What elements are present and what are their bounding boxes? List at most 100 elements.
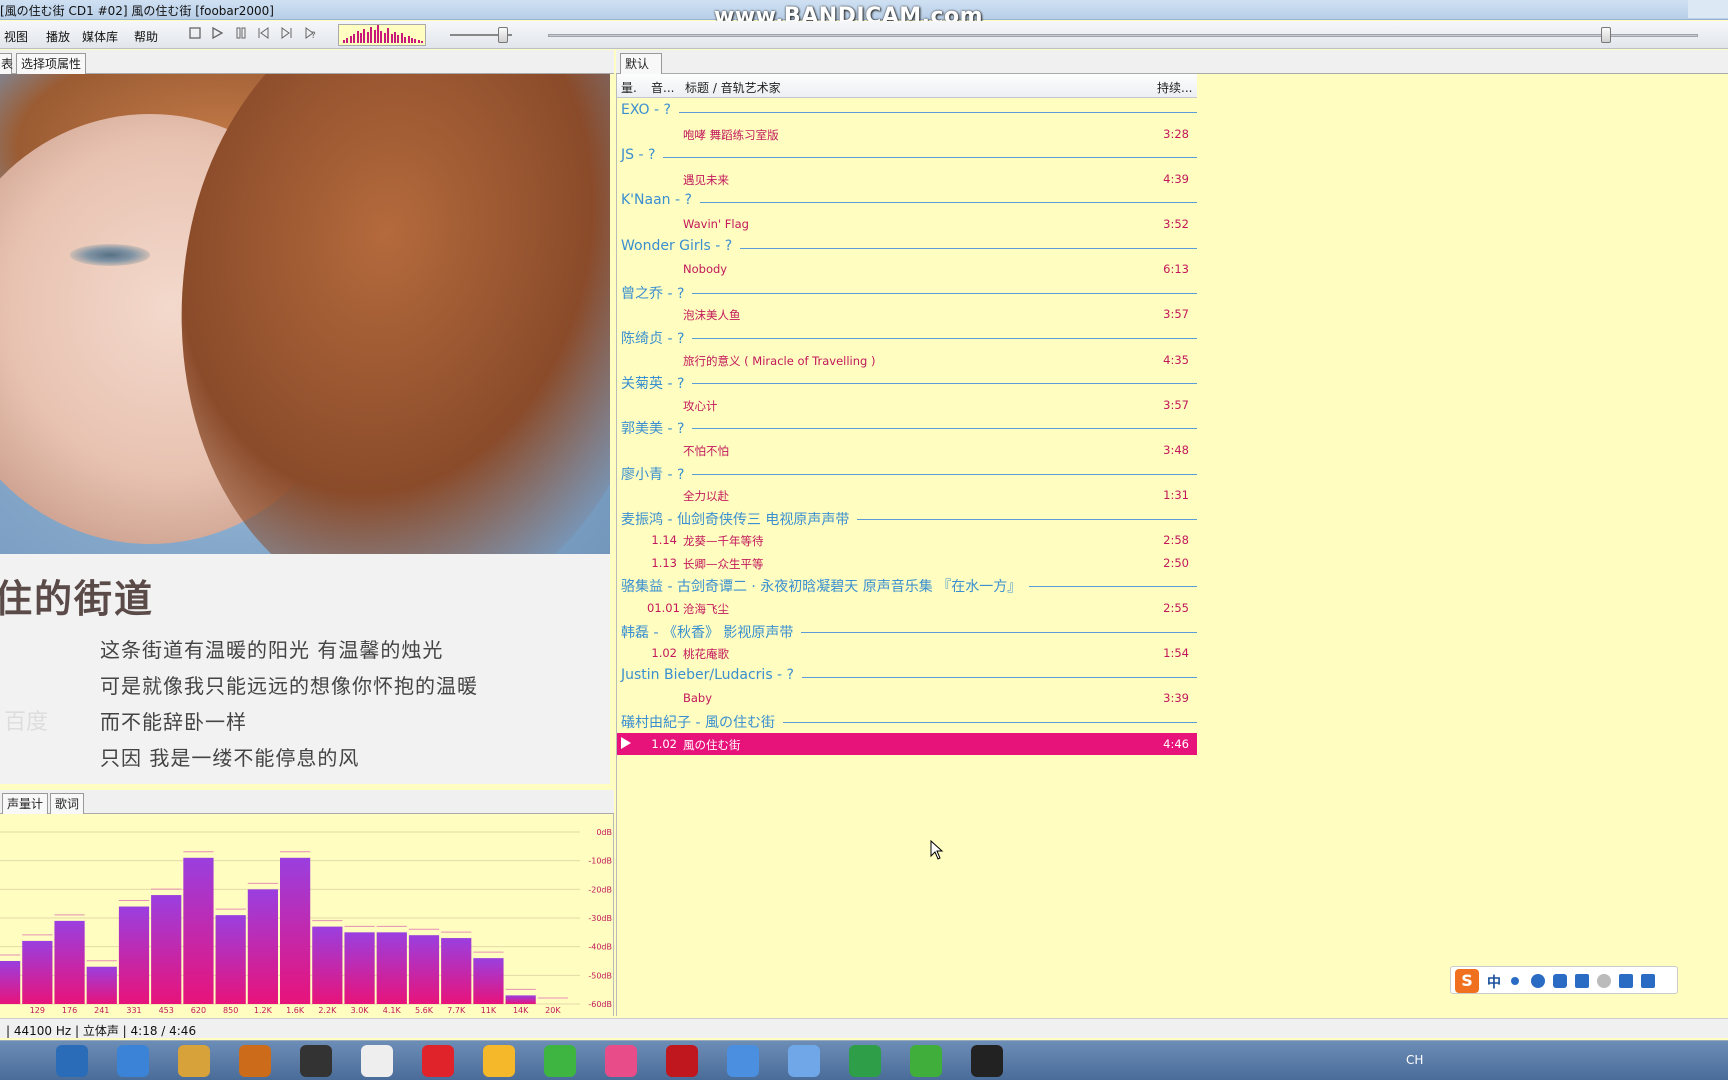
playlist-body: EXO - ? 咆哮 舞蹈练习室版 3:28 JS - ? 遇见未来 4:39 K'Naan… bbox=[617, 100, 1197, 756]
tab-volume-meter[interactable]: 声量计 bbox=[2, 793, 49, 814]
playlist-group-header[interactable]: K'Naan - ? bbox=[617, 190, 1197, 213]
skin-icon[interactable] bbox=[1619, 974, 1633, 988]
tab-default-playlist[interactable]: 默认 bbox=[620, 53, 662, 74]
group-divider bbox=[621, 473, 1197, 475]
menu-help[interactable]: 帮助 bbox=[134, 28, 158, 45]
mini-spectrum-bar bbox=[363, 29, 366, 43]
321-player-icon[interactable] bbox=[239, 1045, 271, 1077]
youku-icon[interactable] bbox=[605, 1045, 637, 1077]
track-row[interactable]: 01.01 沧海飞尘 2:55 bbox=[617, 597, 1197, 620]
spectrum-visualizer: 0dB -10dB -20dB -30dB -40dB -50dB -60dB 129 176 2… bbox=[0, 814, 614, 1016]
playlist-group-header[interactable]: EXO - ? bbox=[617, 100, 1197, 123]
track-title: 龙葵—千年等待 bbox=[683, 534, 764, 549]
toolbox-icon[interactable] bbox=[1641, 974, 1655, 988]
column-header-duration[interactable]: 持续... bbox=[1157, 79, 1192, 96]
volume-slider[interactable] bbox=[497, 27, 508, 43]
foobar-icon[interactable] bbox=[361, 1045, 393, 1077]
mini-spectrum-bar bbox=[343, 40, 345, 43]
seek-slider[interactable] bbox=[1601, 27, 1611, 43]
seek-bar[interactable] bbox=[548, 34, 1698, 37]
track-row[interactable]: 遇见未来 4:39 bbox=[617, 168, 1197, 191]
track-duration: 6:13 bbox=[1163, 262, 1189, 277]
headphones-icon[interactable] bbox=[300, 1045, 332, 1077]
group-label: Wonder Girls - ? bbox=[621, 237, 741, 254]
playlist-group-header[interactable]: 礒村由紀子 - 風の住む街 bbox=[617, 710, 1197, 733]
microphone-icon[interactable] bbox=[1553, 974, 1567, 988]
pause-icon[interactable] bbox=[232, 26, 250, 44]
tab-lyrics[interactable]: 歌词 bbox=[50, 793, 85, 814]
search-icon[interactable] bbox=[117, 1045, 149, 1077]
y-tick-label: -50dB bbox=[588, 971, 612, 980]
chrome-icon[interactable] bbox=[727, 1045, 759, 1077]
track-row[interactable]: 1.14 龙葵—千年等待 2:58 bbox=[617, 529, 1197, 552]
playlist-group-header[interactable]: 骆集益 - 古剑奇谭二 · 永夜初晗凝碧天 原声音乐集 『在水一方』 bbox=[617, 574, 1197, 597]
ime-toolbar[interactable]: S 中 bbox=[1450, 966, 1678, 994]
360-browser-icon[interactable] bbox=[910, 1045, 942, 1077]
playlist-group-header[interactable]: 陈绮贞 - ? bbox=[617, 326, 1197, 349]
user-icon[interactable] bbox=[1597, 974, 1611, 988]
keyboard-icon[interactable] bbox=[1575, 974, 1589, 988]
playing-track-row[interactable]: 1.02 風の住む街 4:46 bbox=[617, 732, 1197, 756]
column-header-index[interactable]: 量. bbox=[621, 79, 637, 96]
tab-list[interactable]: 表 bbox=[0, 53, 13, 74]
punctuation-icon[interactable] bbox=[1511, 977, 1519, 985]
mini-spectrum-bar bbox=[366, 32, 369, 43]
track-row[interactable]: Baby 3:39 bbox=[617, 687, 1197, 710]
track-duration: 4:39 bbox=[1163, 171, 1189, 186]
playlist-group-header[interactable]: 关菊英 - ? bbox=[617, 371, 1197, 394]
playlist-group-header[interactable]: 郭美美 - ? bbox=[617, 416, 1197, 439]
folder-icon[interactable] bbox=[178, 1045, 210, 1077]
track-row[interactable]: 咆哮 舞蹈练习室版 3:28 bbox=[617, 123, 1197, 146]
menu-view[interactable]: 视图 bbox=[4, 28, 28, 45]
track-row[interactable]: Wavin' Flag 3:52 bbox=[617, 213, 1197, 236]
y-tick-label: -20dB bbox=[588, 885, 612, 894]
track-row[interactable]: 攻心计 3:57 bbox=[617, 394, 1197, 417]
sogou-logo-icon[interactable]: S bbox=[1455, 969, 1479, 993]
group-label: JS - ? bbox=[621, 147, 664, 164]
tab-selection-properties[interactable]: 选择项属性 bbox=[16, 53, 87, 74]
media-player-icon[interactable] bbox=[849, 1045, 881, 1077]
track-row[interactable]: 1.13 长卿—众生平等 2:50 bbox=[617, 552, 1197, 575]
track-row[interactable]: 旅行的意义 ( Miracle of Travelling ) 4:35 bbox=[617, 349, 1197, 372]
play-icon[interactable] bbox=[208, 26, 226, 44]
playlist-group-header[interactable]: 韩磊 - 《秋香》 影视原声带 bbox=[617, 620, 1197, 643]
netease-music-icon[interactable] bbox=[422, 1045, 454, 1077]
column-header-title[interactable]: 标题 / 音轨艺术家 bbox=[685, 79, 781, 96]
playlist-group-header[interactable]: 廖小青 - ? bbox=[617, 462, 1197, 485]
track-row[interactable]: 不怕不怕 3:48 bbox=[617, 439, 1197, 462]
ime-mode[interactable]: 中 bbox=[1487, 972, 1501, 992]
flash-icon[interactable] bbox=[666, 1045, 698, 1077]
stop-icon[interactable] bbox=[186, 26, 204, 44]
track-title: 遇见未来 bbox=[683, 172, 729, 187]
next-icon[interactable] bbox=[278, 26, 296, 44]
previous-icon[interactable] bbox=[254, 26, 272, 44]
bird-icon[interactable] bbox=[788, 1045, 820, 1077]
group-label: 韩磊 - 《秋香》 影视原声带 bbox=[621, 621, 802, 642]
playlist-group-header[interactable]: Justin Bieber/Ludacris - ? bbox=[617, 665, 1197, 688]
track-duration: 4:35 bbox=[1163, 352, 1189, 367]
track-row[interactable]: 泡沫美人鱼 3:57 bbox=[617, 303, 1197, 326]
playlist-group-header[interactable]: JS - ? bbox=[617, 145, 1197, 168]
file-explorer-icon[interactable] bbox=[56, 1045, 88, 1077]
emoji-icon[interactable] bbox=[1531, 974, 1545, 988]
track-title: 全力以赴 bbox=[683, 489, 729, 504]
spectrum-bar bbox=[54, 920, 85, 1004]
track-row[interactable]: 1.02 桃花庵歌 1:54 bbox=[617, 642, 1197, 665]
player-icon[interactable] bbox=[483, 1045, 515, 1077]
column-header-track[interactable]: 音... bbox=[651, 79, 674, 96]
track-row[interactable]: 全力以赴 1:31 bbox=[617, 484, 1197, 507]
group-label: Justin Bieber/Ludacris - ? bbox=[621, 666, 802, 683]
track-row[interactable]: Nobody 6:13 bbox=[617, 258, 1197, 281]
random-icon[interactable]: ? bbox=[302, 26, 320, 44]
record-icon[interactable] bbox=[971, 1045, 1003, 1077]
playlist-group-header[interactable]: 曾之乔 - ? bbox=[617, 281, 1197, 304]
menu-playback[interactable]: 播放 bbox=[46, 28, 70, 45]
language-indicator[interactable]: CH bbox=[1406, 1053, 1423, 1067]
art-eye bbox=[70, 244, 150, 266]
menu-library[interactable]: 媒体库 bbox=[82, 28, 118, 45]
playlist-group-header[interactable]: 麦振鸿 - 仙剑奇侠传三 电视原声声带 bbox=[617, 507, 1197, 530]
window-controls[interactable] bbox=[1688, 0, 1728, 18]
playlist-group-header[interactable]: Wonder Girls - ? bbox=[617, 236, 1197, 259]
iqiyi-icon[interactable] bbox=[544, 1045, 576, 1077]
track-duration: 3:57 bbox=[1163, 397, 1189, 412]
